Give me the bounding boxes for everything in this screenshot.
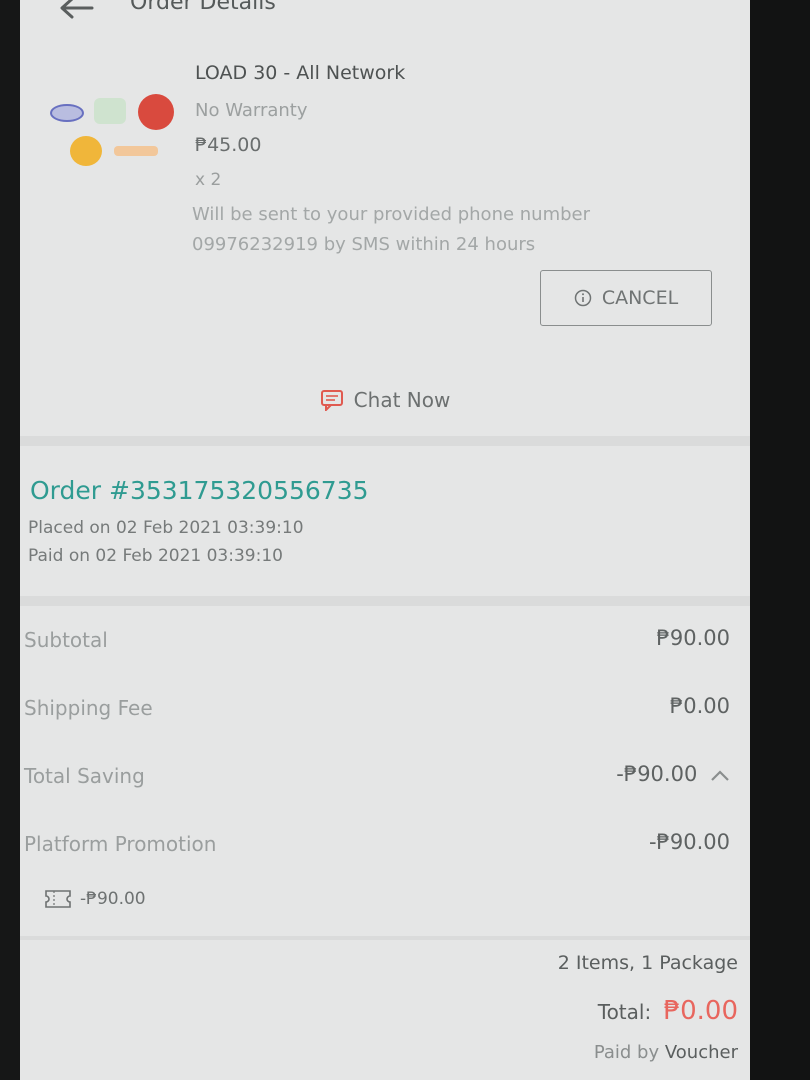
total-saving-label: Total Saving: [24, 764, 145, 788]
sun-logo-icon: [138, 94, 174, 130]
payment-summary: Subtotal ₱90.00 Shipping Fee ₱0.00 Total…: [20, 606, 750, 1080]
delivery-note: Will be sent to your provided phone numb…: [192, 204, 591, 255]
network-logos: [50, 90, 180, 170]
total-saving-value-wrap: -₱90.00: [616, 762, 730, 786]
order-total: Total: ₱0.00: [598, 996, 738, 1026]
payment-method: Paid by Voucher: [594, 1042, 738, 1063]
order-number: Order #353175320556735: [30, 476, 369, 505]
cancel-label: CANCEL: [601, 287, 679, 309]
info-icon: [574, 289, 592, 307]
page-title: Order Details: [130, 0, 276, 15]
product-price: ₱45.00: [195, 134, 262, 156]
phone-bezel-left: [0, 0, 22, 1080]
phone-bezel-right: [748, 0, 810, 1080]
warranty-text: No Warranty: [195, 100, 308, 121]
voucher-icon: [45, 890, 71, 908]
platform-promotion-value: -₱90.00: [648, 830, 730, 854]
voucher-row: -₱90.00: [44, 888, 146, 910]
placed-date: Placed on 02 Feb 2021 03:39:10: [28, 518, 304, 538]
product-quantity: x 2: [195, 170, 222, 190]
subtotal-row: Subtotal ₱90.00: [20, 620, 750, 660]
order-info: Order #353175320556735 Placed on 02 Feb …: [20, 440, 750, 600]
product-name: LOAD 30 - All Network: [195, 62, 406, 84]
dito-logo-icon: [114, 146, 158, 156]
cancel-button[interactable]: CANCEL: [540, 270, 712, 326]
subtotal-label: Subtotal: [24, 628, 108, 652]
total-value: ₱0.00: [663, 996, 738, 1026]
total-label: Total:: [597, 1000, 652, 1024]
total-saving-row[interactable]: Total Saving -₱90.00: [20, 756, 750, 796]
platform-promotion-row: Platform Promotion -₱90.00: [20, 824, 750, 864]
globe-logo-icon: [50, 104, 84, 122]
section-divider: [20, 596, 750, 606]
shipping-row: Shipping Fee ₱0.00: [20, 688, 750, 728]
section-divider: [20, 936, 750, 940]
total-saving-value: -₱90.00: [616, 762, 698, 786]
items-count: 2 Items, 1 Package: [557, 952, 738, 974]
voucher-amount: -₱90.00: [80, 889, 146, 909]
app-screen: Order Details LOAD 30 - All Network No W…: [20, 0, 750, 1080]
chat-now-label: Chat Now: [353, 388, 451, 412]
paid-by-method: Voucher: [664, 1042, 738, 1063]
paid-by-prefix: Paid by: [593, 1042, 660, 1063]
paid-date: Paid on 02 Feb 2021 03:39:10: [28, 546, 283, 566]
product-card: LOAD 30 - All Network No Warranty ₱45.00…: [20, 50, 750, 430]
shipping-value: ₱0.00: [669, 694, 730, 718]
chat-now-button[interactable]: Chat Now: [20, 380, 750, 420]
platform-promotion-label: Platform Promotion: [24, 832, 217, 856]
chevron-up-icon[interactable]: [710, 768, 730, 782]
shipping-label: Shipping Fee: [24, 696, 153, 720]
subtotal-value: ₱90.00: [656, 626, 730, 650]
smart-logo-icon: [94, 98, 126, 124]
tm-logo-icon: [70, 136, 102, 166]
top-bar: Order Details: [20, 0, 750, 30]
chat-icon: [320, 390, 343, 411]
back-arrow-icon[interactable]: [58, 0, 94, 20]
